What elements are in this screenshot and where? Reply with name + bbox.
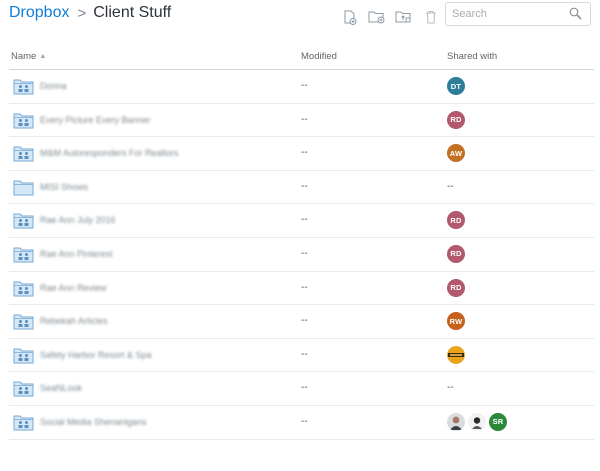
folder-name[interactable]: M&M Autoresponders For Realtors	[40, 148, 179, 158]
breadcrumb-root-link[interactable]: Dropbox	[9, 4, 69, 22]
column-header-modified[interactable]: Modified	[301, 51, 337, 62]
breadcrumb: Dropbox > Client Stuff	[9, 4, 171, 22]
table-row[interactable]: Safety Harbor Resort & Spa --	[9, 339, 594, 373]
table-row[interactable]: Rebekah Articles -- RW	[9, 305, 594, 339]
avatar[interactable]: RD	[447, 278, 465, 297]
trash-icon	[426, 11, 436, 24]
shared-with: SR	[447, 412, 510, 431]
table-row[interactable]: Social Media Shenanigans -- SR	[9, 406, 594, 440]
new-file-button[interactable]	[341, 9, 359, 25]
folder-name[interactable]: Rae Ann Pinterest	[40, 249, 113, 259]
avatar[interactable]: SR	[489, 412, 507, 431]
folder-icon	[13, 180, 34, 196]
header: Dropbox > Client Stuff	[0, 0, 600, 32]
search-icon[interactable]	[569, 7, 582, 20]
breadcrumb-separator: >	[77, 4, 87, 22]
table-row[interactable]: Rae Ann Review -- RD	[9, 272, 594, 306]
column-header-name-label: Name	[11, 51, 37, 62]
avatar-photo[interactable]	[447, 412, 465, 431]
modified-value: --	[301, 147, 308, 159]
shared-with: RD	[447, 110, 468, 129]
modified-value: --	[301, 281, 308, 293]
shared-folder-icon	[13, 247, 34, 263]
avatar[interactable]: DT	[447, 77, 465, 95]
folder-name[interactable]: Rae Ann Review	[40, 283, 107, 293]
shared-with: --	[447, 178, 454, 192]
shared-with: RD	[447, 211, 468, 230]
folder-name[interactable]: Donna	[40, 81, 67, 91]
column-header-name[interactable]: Name ▲	[11, 51, 46, 62]
shared-with: AW	[447, 144, 468, 163]
avatar[interactable]: RD	[447, 110, 465, 129]
modified-value: --	[301, 113, 308, 125]
modified-value: --	[301, 348, 308, 360]
modified-value: --	[301, 315, 308, 327]
column-header-modified-label: Modified	[301, 51, 337, 62]
sort-up-arrow-icon: ▲	[39, 53, 47, 60]
shared-with	[447, 345, 468, 364]
search-input[interactable]	[446, 3, 562, 25]
folder-name[interactable]: Safety Harbor Resort & Spa	[40, 350, 152, 360]
shared-folder-icon	[13, 113, 34, 129]
upload-icon	[395, 11, 411, 23]
folder-name[interactable]: SeaNLook	[40, 383, 82, 393]
modified-value: --	[301, 180, 308, 192]
modified-value: --	[301, 415, 308, 427]
column-header-shared-label: Shared with	[447, 51, 498, 62]
avatar-photo[interactable]	[468, 412, 486, 431]
shared-folder-icon	[13, 281, 34, 297]
table-row[interactable]: SeaNLook -- --	[9, 372, 594, 406]
table-row[interactable]: M&M Autoresponders For Realtors -- AW	[9, 137, 594, 171]
table-row[interactable]: Rae Ann July 2016 -- RD	[9, 204, 594, 238]
delete-button[interactable]	[422, 9, 440, 25]
folder-name[interactable]: Rebekah Articles	[40, 316, 108, 326]
avatar[interactable]: RD	[447, 244, 465, 263]
shared-folder-icon	[13, 146, 34, 162]
shared-with: RD	[447, 244, 468, 263]
search-box	[445, 2, 591, 26]
shared-folder-icon	[13, 415, 34, 431]
avatar-photo[interactable]	[447, 345, 465, 364]
avatar[interactable]: RW	[447, 312, 465, 331]
column-header-shared[interactable]: Shared with	[447, 51, 497, 62]
shared-with: DT	[447, 77, 468, 95]
shared-folder-icon	[13, 314, 34, 330]
shared-folder-icon	[13, 79, 34, 95]
avatar[interactable]: AW	[447, 144, 465, 163]
shared-with: --	[447, 379, 454, 393]
shared-with-empty: --	[447, 180, 454, 192]
new-shared-folder-icon	[368, 11, 385, 24]
folder-name[interactable]: Social Media Shenanigans	[40, 417, 147, 427]
modified-value: --	[301, 80, 308, 91]
shared-folder-icon	[13, 381, 34, 397]
shared-with-empty: --	[447, 382, 454, 394]
upload-button[interactable]	[395, 9, 413, 25]
folder-name[interactable]: Rae Ann July 2016	[40, 215, 116, 225]
new-file-icon	[344, 10, 357, 25]
table-row[interactable]: Rae Ann Pinterest -- RD	[9, 238, 594, 272]
shared-folder-icon	[13, 213, 34, 229]
avatar[interactable]: RD	[447, 211, 465, 230]
page-title: Client Stuff	[93, 4, 172, 21]
modified-value: --	[301, 214, 308, 226]
table-row[interactable]: MISI Shows -- --	[9, 171, 594, 205]
modified-value: --	[301, 247, 308, 259]
shared-with: RD	[447, 278, 468, 297]
folder-name[interactable]: Every Picture Every Banner	[40, 115, 151, 125]
modified-value: --	[301, 382, 308, 394]
new-shared-folder-button[interactable]	[368, 9, 386, 25]
table-row[interactable]: Every Picture Every Banner -- RD	[9, 104, 594, 138]
folder-name[interactable]: MISI Shows	[40, 182, 88, 192]
file-list: Donna -- DT Every Picture Every Banner -- RD M…	[9, 70, 594, 440]
shared-with: RW	[447, 312, 468, 331]
toolbar	[341, 9, 449, 25]
table-row[interactable]: Donna -- DT	[9, 70, 594, 104]
shared-folder-icon	[13, 348, 34, 364]
